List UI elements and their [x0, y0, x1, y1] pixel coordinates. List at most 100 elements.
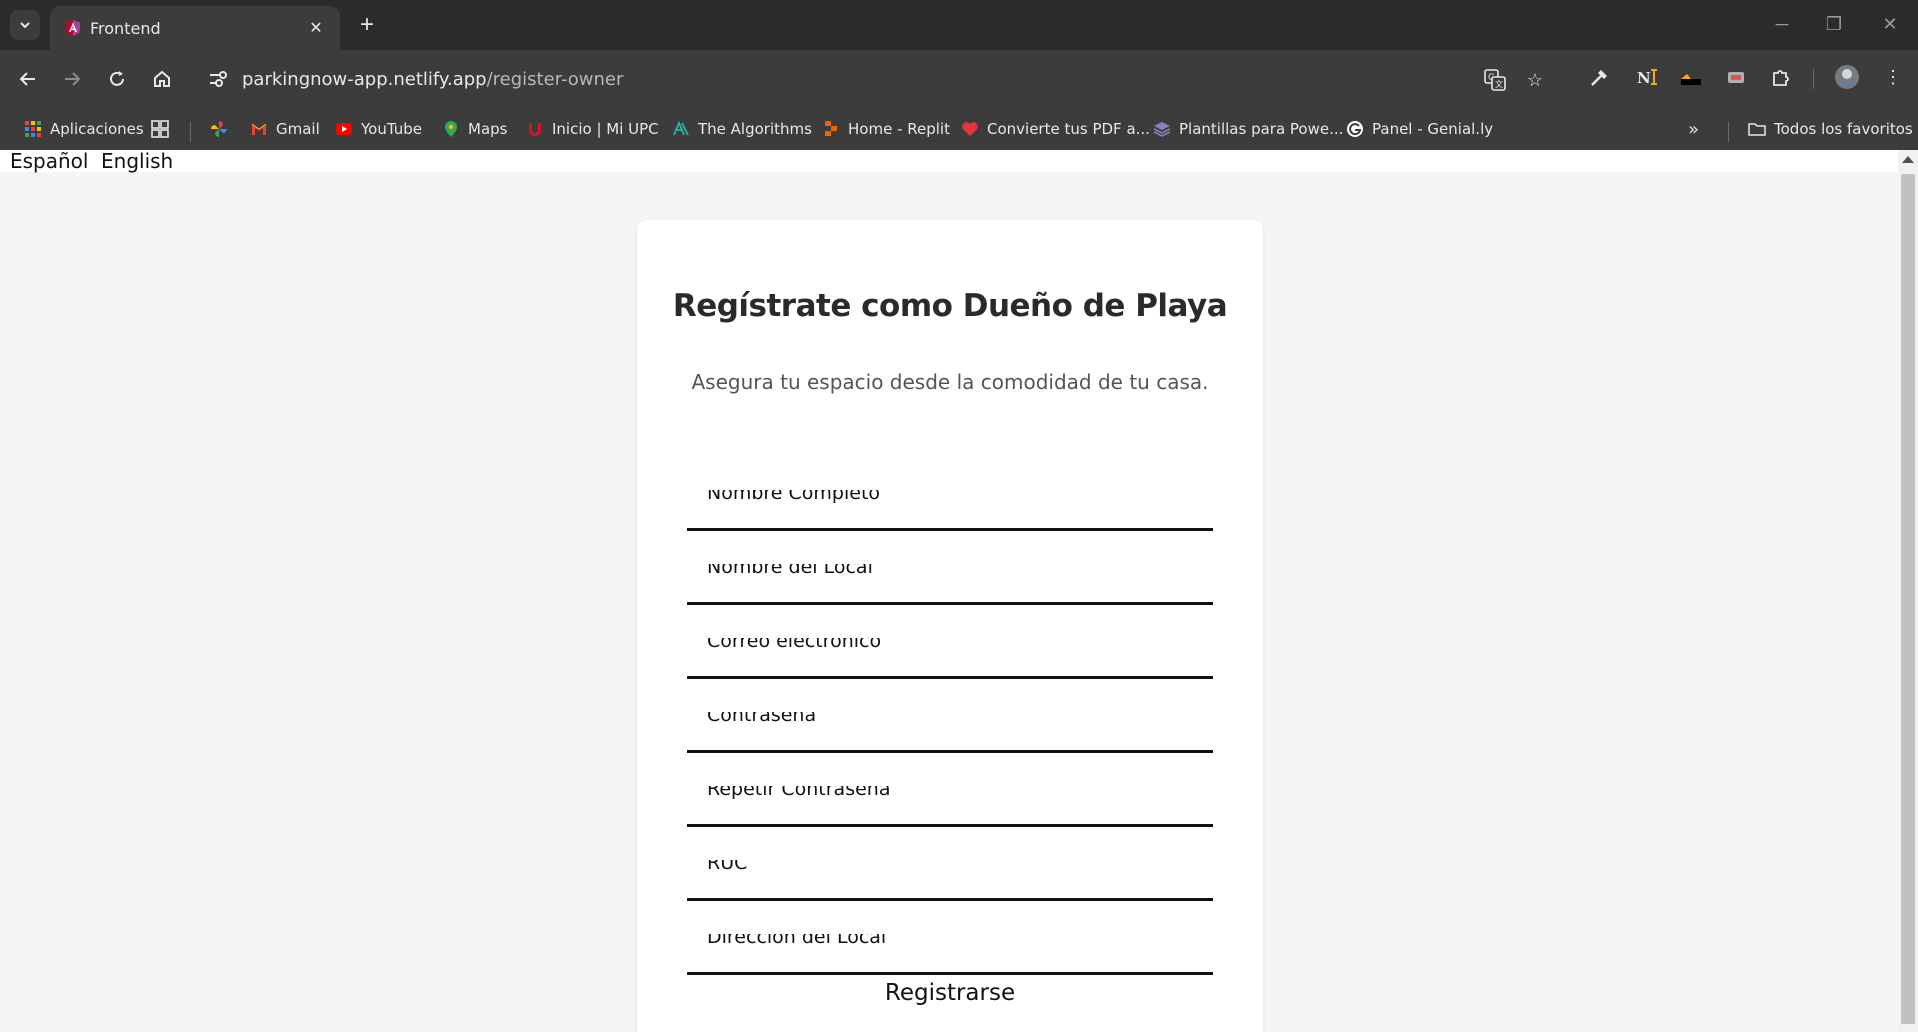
language-es-link[interactable]: Español: [10, 150, 88, 173]
arrow-right-icon: [65, 72, 81, 86]
page-subtitle: Asegura tu espacio desde la comodidad de…: [691, 370, 1209, 394]
address-field[interactable]: Dirección del Local*: [687, 934, 1213, 975]
bookmark-plantillas[interactable]: Plantillas para Powe...: [1153, 116, 1343, 142]
bookmark-aplicaciones[interactable]: Aplicaciones: [24, 116, 144, 142]
chevron-down-icon: [20, 22, 30, 29]
angular-icon: [65, 20, 81, 36]
bookmark-label: Inicio | Mi UPC: [552, 120, 659, 138]
minimize-button[interactable]: ─: [1762, 8, 1802, 40]
page-title: Regístrate como Dueño de Playa: [672, 288, 1228, 324]
upc-icon: [529, 123, 541, 136]
language-en-link[interactable]: English: [101, 150, 173, 173]
arrow-left-icon: [19, 72, 35, 86]
field-label: Nombre Completo*: [707, 490, 886, 504]
bookmark-label: Plantillas para Powe...: [1179, 120, 1344, 138]
bookmark-replit[interactable]: Home - Replit: [822, 116, 950, 142]
bookmark-label: Aplicaciones: [50, 120, 144, 138]
avatar[interactable]: [1833, 63, 1861, 91]
bookmarks-divider: [1728, 122, 1729, 142]
field-label: Dirección del Local*: [707, 934, 892, 948]
all-bookmarks-folder[interactable]: Todos los favoritos: [1748, 116, 1913, 142]
tab-frontend[interactable]: Frontend ✕: [50, 6, 340, 50]
bookmark-label: Gmail: [276, 120, 320, 138]
reload-icon: [110, 71, 124, 86]
svg-text:N: N: [1637, 69, 1651, 87]
gmail-icon: [251, 123, 267, 135]
tab-title: Frontend: [90, 19, 161, 38]
cast-ext-icon[interactable]: [1722, 63, 1750, 91]
tab-bar: Frontend ✕ + ─ ❐ ✕: [0, 0, 1918, 50]
bookmark-mi-upc[interactable]: Inicio | Mi UPC: [526, 116, 659, 142]
bookmark-tab-groups[interactable]: [151, 116, 169, 142]
field-label: RUC*: [707, 860, 753, 874]
close-icon[interactable]: ✕: [304, 16, 328, 40]
field-label: Nombre del Local*: [707, 564, 878, 578]
home-button[interactable]: [146, 63, 178, 95]
genially-icon: [1347, 121, 1363, 137]
tab-search-button[interactable]: [10, 10, 40, 40]
email-field[interactable]: Correo electrónico*: [687, 638, 1213, 679]
new-tab-button[interactable]: +: [352, 10, 382, 40]
page-scrollbar[interactable]: [1898, 150, 1918, 1032]
toolbar-divider: [1813, 69, 1814, 89]
translate-icon[interactable]: G文: [1482, 67, 1508, 93]
algorithms-icon: [673, 120, 689, 136]
scroll-thumb[interactable]: [1901, 174, 1915, 1024]
ruc-field[interactable]: RUC*: [687, 860, 1213, 901]
bookmarks-bar: Aplicaciones Gmail YouTube Maps Inicio |…: [0, 108, 1918, 150]
reload-button[interactable]: [101, 63, 133, 95]
register-owner-card: Regístrate como Dueño de Playa Asegura t…: [637, 220, 1263, 1032]
page-viewport: Español English Regístrate como Dueño de…: [0, 150, 1898, 1032]
youtube-icon: [336, 123, 352, 135]
bookmark-pdf[interactable]: Convierte tus PDF a...: [961, 116, 1150, 142]
bookmark-gmail[interactable]: Gmail: [250, 116, 320, 142]
scroll-up-arrow-icon[interactable]: [1902, 156, 1914, 163]
register-button[interactable]: Registrarse: [637, 980, 1263, 1006]
star-icon[interactable]: ☆: [1522, 67, 1548, 93]
double-chevron-right-icon: »: [1688, 118, 1700, 140]
bookmark-label: Maps: [468, 120, 508, 138]
puzzle-icon[interactable]: [1767, 63, 1795, 91]
forward-button[interactable]: [56, 63, 88, 95]
notion-ext-icon[interactable]: N: [1633, 63, 1661, 91]
more-bookmarks-button[interactable]: »: [1688, 116, 1699, 142]
field-label: Repetir Contraseña*: [707, 786, 896, 800]
maps-icon: [445, 121, 457, 137]
folder-icon: [1748, 123, 1766, 136]
back-button[interactable]: [12, 63, 44, 95]
bookmark-label: Home - Replit: [848, 120, 950, 138]
bookmark-label: YouTube: [361, 120, 422, 138]
url-text[interactable]: parkingnow-app.netlify.app/register-owne…: [242, 69, 623, 90]
address-bar[interactable]: parkingnow-app.netlify.app/register-owne…: [196, 57, 1543, 101]
bookmark-label: The Algorithms: [698, 120, 812, 138]
bookmarks-divider: [190, 122, 191, 142]
bookmark-genially[interactable]: Panel - Genial.ly: [1346, 116, 1493, 142]
kebab-menu-icon[interactable]: ⋮: [1879, 63, 1907, 91]
close-window-button[interactable]: ✕: [1870, 8, 1910, 40]
svg-text:文: 文: [1495, 79, 1503, 89]
language-switcher: Español English: [0, 150, 1898, 173]
photos-pinwheel-icon: [211, 121, 227, 137]
bookmark-label: Panel - Genial.ly: [1372, 120, 1494, 138]
bookmark-youtube[interactable]: YouTube: [335, 116, 422, 142]
field-label: Contraseña*: [707, 712, 822, 726]
url-host: parkingnow-app.netlify.app: [242, 69, 487, 90]
repeat-password-field[interactable]: Repetir Contraseña*: [687, 786, 1213, 827]
restore-button[interactable]: ❐: [1814, 8, 1854, 40]
bookmark-label: Convierte tus PDF a...: [987, 120, 1150, 138]
browser-toolbar: parkingnow-app.netlify.app/register-owne…: [0, 50, 1918, 108]
full-name-field[interactable]: Nombre Completo*: [687, 490, 1213, 531]
business-name-field[interactable]: Nombre del Local*: [687, 564, 1213, 605]
field-label: Correo electrónico*: [707, 638, 887, 652]
all-bookmarks-label: Todos los favoritos: [1774, 120, 1913, 138]
bookmark-maps[interactable]: Maps: [442, 116, 507, 142]
apps-grid-icon: [25, 121, 41, 137]
eyedropper-icon[interactable]: [1586, 63, 1614, 91]
tab-groups-icon: [151, 120, 169, 138]
replit-icon: [825, 121, 837, 136]
site-settings-icon[interactable]: [206, 67, 230, 91]
password-field[interactable]: Contraseña*: [687, 712, 1213, 753]
bookmark-the-algorithms[interactable]: The Algorithms: [672, 116, 812, 142]
ext-dark-icon[interactable]: [1677, 63, 1705, 91]
bookmark-photos[interactable]: [210, 116, 228, 142]
